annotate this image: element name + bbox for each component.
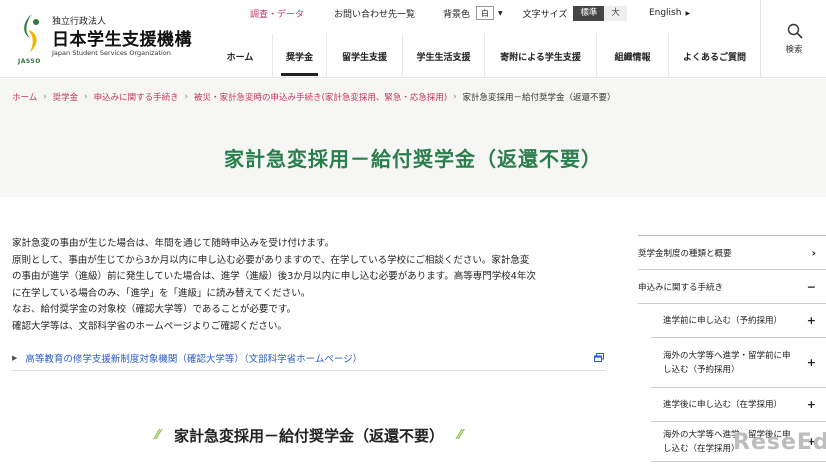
decoration-slash-icon: ⁄⁄: [155, 428, 160, 443]
bg-color-label: 背景色: [443, 9, 471, 20]
plus-icon: +: [806, 397, 816, 411]
search-label: 検索: [785, 45, 803, 55]
jasso-logo-icon: [24, 14, 39, 52]
sidebar-item-label: 進学後に申し込む（在学採用）: [663, 399, 783, 410]
sidebar-item-label: 奨学金制度の種類と概要: [638, 248, 732, 259]
intro-line: 原則として、事由が生じてから3か月以内に申し込む必要がありますので、在学している…: [12, 254, 530, 266]
intro-line: 家計急変の事由が生じた場合は、年間を通じて随時申込みを受け付けます。: [12, 238, 335, 249]
sidebar-item-reservation[interactable]: 進学前に申し込む（予約採用） +: [651, 304, 826, 338]
section-heading-text: 家計急変採用－給付奨学金（返還不要）: [173, 427, 444, 445]
sidebar-item-application[interactable]: 申込みに関する手続き −: [638, 270, 826, 304]
nav-home-label: ホーム: [226, 52, 254, 63]
nav-donation-label: 寄附による学生支援: [500, 52, 581, 63]
intro-line: 確認大学等は、文部科学省のホームページよりご確認ください。: [12, 320, 287, 332]
nav-scholarship[interactable]: 奨学金: [272, 34, 326, 78]
external-window-icon: [594, 353, 604, 362]
logo-mark-text: JASSO: [18, 58, 41, 65]
breadcrumb-current: 家計急変採用－給付奨学金（返還不要）: [462, 93, 616, 103]
font-size-standard-button[interactable]: 標準: [573, 5, 605, 21]
breadcrumb: ホーム › 奨学金 › 申込みに関する手続き › 被災・家計急変時の申込み手続き…: [0, 79, 826, 115]
caret-down-icon[interactable]: ▼: [498, 10, 503, 17]
font-size-large-button[interactable]: 大: [604, 5, 627, 21]
breadcrumb-application[interactable]: 申込みに関する手続き: [94, 91, 179, 103]
main-nav: ホーム 奨学金 留学生支援 学生生活支援 寄附による学生支援 組織情報 よくある…: [208, 34, 760, 78]
nav-scholarship-label: 奨学金: [285, 52, 313, 63]
mext-link-text[interactable]: 高等教育の修学支援新制度対象機関（確認大学等）（文部科学省ホームページ）: [25, 351, 362, 365]
breadcrumb-separator: ›: [184, 92, 188, 102]
sidebar-nav: 奨学金制度の種類と概要 › 申込みに関する手続き − 進学前に申し込む（予約採用…: [638, 235, 826, 462]
intro-line: に在学している場合のみ、「進学」を「進級」に読み替えてください。: [12, 287, 311, 299]
breadcrumb-separator: ›: [453, 92, 457, 102]
sidebar-item-label: 海外の大学等へ進学・留学前に申し込む（予約採用）: [663, 350, 791, 375]
breadcrumb-scholarship[interactable]: 奨学金: [53, 91, 79, 103]
research-data-link[interactable]: 調査・データ: [250, 7, 304, 20]
section-heading: ⁄⁄ 家計急変採用－給付奨学金（返還不要） ⁄⁄: [12, 425, 606, 446]
search-icon: [787, 23, 803, 39]
triangle-right-icon: ▶: [12, 353, 18, 362]
decoration-slash-icon: ⁄⁄: [458, 428, 463, 443]
bg-color-select[interactable]: 白: [476, 6, 495, 20]
sidebar-item-enrolled[interactable]: 進学後に申し込む（在学採用） +: [651, 388, 826, 422]
sidebar-item-overseas-reservation[interactable]: 海外の大学等へ進学・留学前に申し込む（予約採用） +: [651, 338, 826, 388]
watermark: ReseEd: [733, 430, 826, 455]
plus-icon: +: [806, 355, 816, 369]
nav-donation-support[interactable]: 寄附による学生支援: [484, 34, 596, 78]
site-header: JASSO 独立行政法人 日本学生支援機構 Japan Student Serv…: [0, 0, 826, 78]
sidebar-item-label: 申込みに関する手続き: [638, 282, 724, 293]
nav-faq[interactable]: よくあるご質問: [668, 34, 760, 78]
page-title: 家計急変採用－給付奨学金（返還不要）: [224, 147, 602, 171]
chevron-right-icon: ›: [811, 246, 816, 259]
font-size-label: 文字サイズ: [522, 9, 568, 20]
sidebar-item-label: 進学前に申し込む（予約採用）: [663, 315, 783, 326]
main-content: 家計急変の事由が生じた場合は、年間を通じて随時申込みを受け付けます。 原則として…: [12, 236, 606, 371]
intro-line: の事由が進学（進級）前に発生していた場合は、進学（進級）後3か月以内に申し込む必…: [12, 271, 536, 282]
mext-external-link[interactable]: ▶ 高等教育の修学支援新制度対象機関（確認大学等）（文部科学省ホームページ）: [12, 345, 606, 371]
intro-text: 家計急変の事由が生じた場合は、年間を通じて随時申込みを受け付けます。 原則として…: [12, 236, 606, 335]
sidebar-item-scholarship-types[interactable]: 奨学金制度の種類と概要 ›: [638, 236, 826, 270]
breadcrumb-separator: ›: [43, 92, 47, 102]
nav-faq-label: よくあるご質問: [682, 52, 746, 63]
intro-line: なお、給付奨学金の対象校（確認大学等）であることが必要です。: [12, 304, 296, 315]
utility-bar: 調査・データ お問い合わせ先一覧 背景色 白 ▼ 文字サイズ 標準 大 Engl…: [250, 0, 690, 26]
nav-international-label: 留学生支援: [341, 52, 387, 63]
minus-icon: −: [806, 280, 816, 293]
english-link[interactable]: English: [649, 8, 682, 18]
nav-home[interactable]: ホーム: [208, 34, 272, 78]
search-button[interactable]: 検索: [760, 0, 826, 78]
plus-icon: +: [806, 313, 816, 327]
site-logo[interactable]: JASSO 独立行政法人 日本学生支援機構 Japan Student Serv…: [18, 10, 192, 66]
chevron-right-icon: ▶: [685, 9, 691, 17]
nav-student-life-label: 学生生活支援: [416, 52, 471, 63]
nav-international-students[interactable]: 留学生支援: [326, 34, 402, 78]
title-band: 家計急変採用－給付奨学金（返還不要）: [0, 115, 826, 197]
nav-student-life[interactable]: 学生生活支援: [402, 34, 484, 78]
breadcrumb-home[interactable]: ホーム: [12, 91, 37, 103]
nav-organization[interactable]: 組織情報: [596, 34, 668, 78]
nav-organization-label: 組織情報: [614, 52, 651, 63]
bg-color-value: 白: [481, 8, 490, 18]
logo-title: 日本学生支援機構: [52, 30, 192, 50]
logo-english: Japan Student Services Organization: [52, 49, 171, 57]
breadcrumb-separator: ›: [84, 92, 88, 102]
breadcrumb-disaster[interactable]: 被災・家計急変時の申込み手続き(家計急変採用、緊急・応急採用): [194, 91, 447, 103]
contact-link[interactable]: お問い合わせ先一覧: [334, 7, 415, 20]
